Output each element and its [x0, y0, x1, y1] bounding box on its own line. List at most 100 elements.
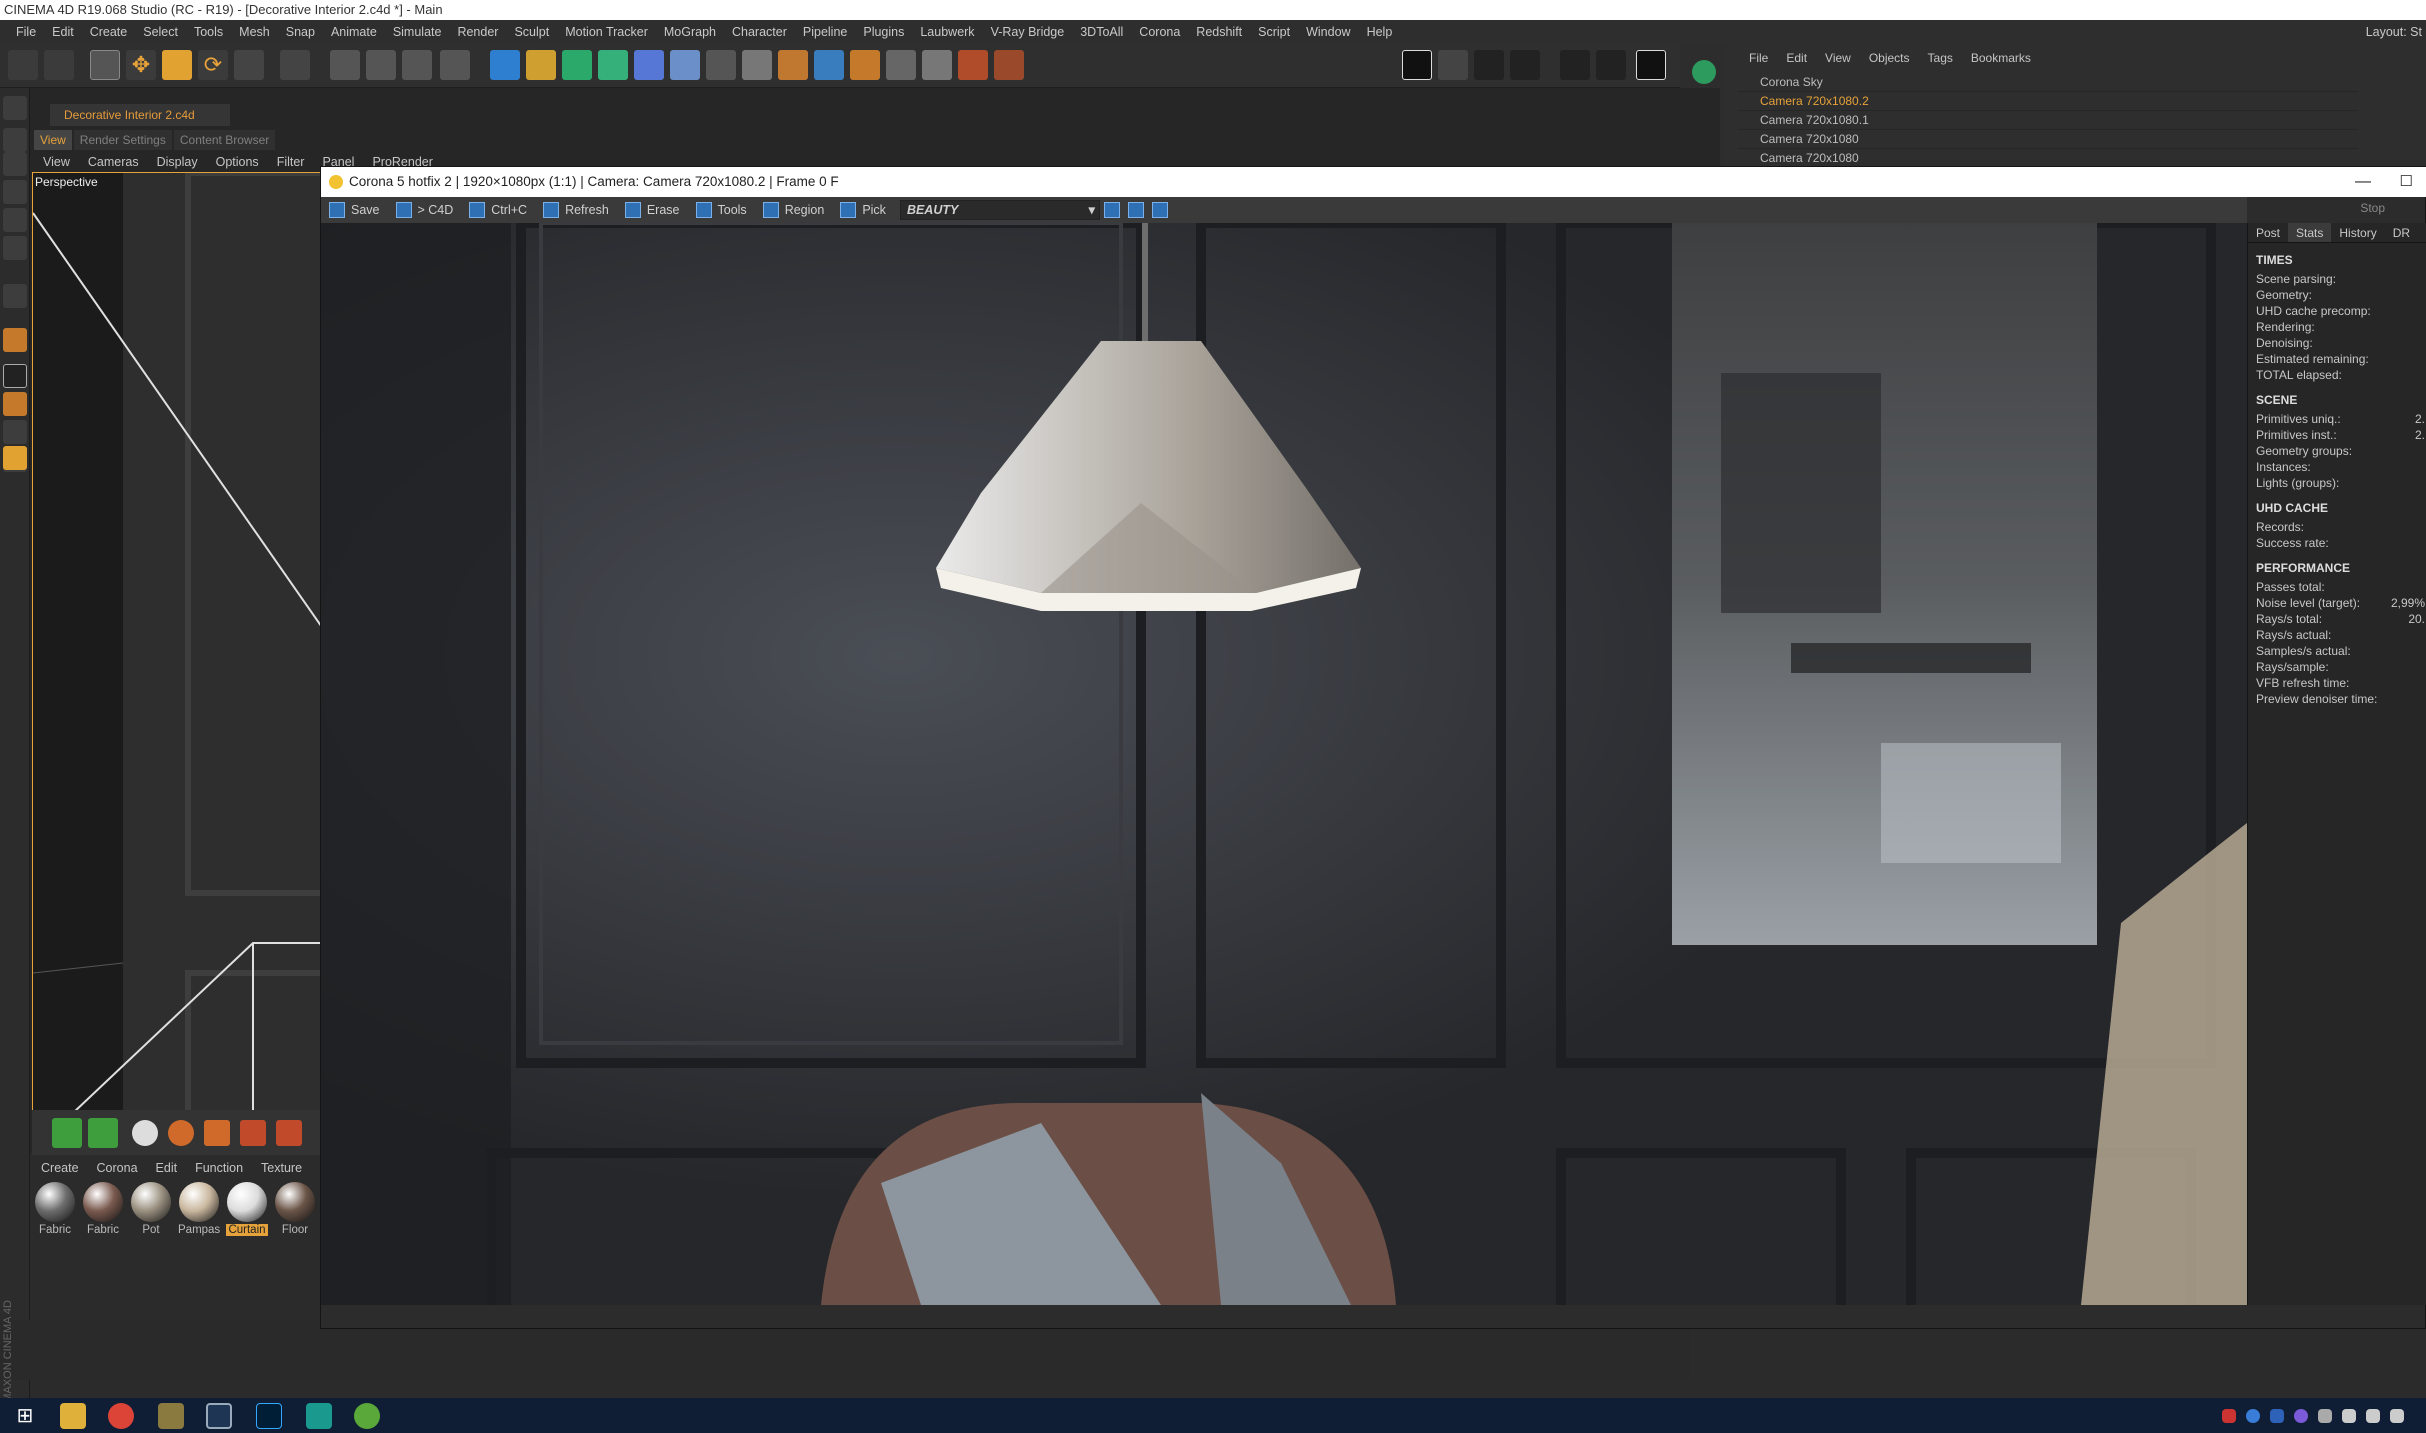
menu-item-snap[interactable]: Snap — [278, 20, 323, 44]
tweak-icon[interactable] — [3, 328, 27, 352]
vfb-tab-post[interactable]: Post — [2248, 223, 2288, 242]
tray-icon-2[interactable] — [2246, 1409, 2260, 1423]
material-menu-corona[interactable]: Corona — [88, 1158, 147, 1178]
cube-icon[interactable] — [490, 50, 520, 80]
menu-item-animate[interactable]: Animate — [323, 20, 385, 44]
menu-item-file[interactable]: File — [8, 20, 44, 44]
green-app-icon[interactable] — [354, 1403, 380, 1429]
edit-render-settings-icon[interactable] — [440, 50, 470, 80]
snap-settings-icon[interactable] — [3, 392, 27, 416]
random-color-icon[interactable] — [1474, 50, 1504, 80]
multipass-icon[interactable] — [1438, 50, 1468, 80]
viewport-menu-view[interactable]: View — [34, 152, 79, 172]
material-swatch[interactable]: Floor — [274, 1182, 316, 1242]
vray-render-icon[interactable] — [1636, 50, 1666, 80]
camera-rig-icon[interactable] — [240, 1120, 266, 1146]
notification-icon[interactable] — [2390, 1409, 2404, 1423]
deformer-icon[interactable] — [634, 50, 664, 80]
channel-select[interactable]: BEAUTY ▾ — [899, 200, 1100, 220]
snap-icon[interactable] — [3, 364, 27, 388]
speaker-icon[interactable] — [2342, 1409, 2356, 1423]
minimize-icon[interactable]: — — [2355, 167, 2371, 197]
object-menu-view[interactable]: View — [1816, 48, 1860, 68]
workplane-icon[interactable] — [3, 420, 27, 444]
tray-icon-3[interactable] — [2294, 1409, 2308, 1423]
tray-icon-1[interactable] — [2222, 1409, 2236, 1423]
viewport-menu-cameras[interactable]: Cameras — [79, 152, 148, 172]
render-picture-viewer-icon[interactable] — [366, 50, 396, 80]
menu-item-character[interactable]: Character — [724, 20, 795, 44]
points-mode-icon[interactable] — [3, 180, 27, 204]
subtab-content-browser[interactable]: Content Browser — [173, 130, 276, 150]
render-settings-icon[interactable] — [402, 50, 432, 80]
render-region-icon[interactable] — [52, 1118, 82, 1148]
menu-item-sculpt[interactable]: Sculpt — [506, 20, 557, 44]
document-tab[interactable]: Decorative Interior 2.c4d — [50, 104, 230, 126]
menu-item-edit[interactable]: Edit — [44, 20, 82, 44]
edges-mode-icon[interactable] — [3, 208, 27, 232]
vfb-tab-l[interactable]: L — [2418, 223, 2426, 242]
scale-icon[interactable] — [162, 50, 192, 80]
region-button[interactable]: Region — [755, 197, 833, 223]
coordinate-system-icon[interactable] — [280, 50, 310, 80]
material-swatch[interactable]: Pampas — [178, 1182, 220, 1242]
object-row[interactable]: Camera 720x1080 — [1738, 129, 2358, 149]
object-menu-bookmarks[interactable]: Bookmarks — [1962, 48, 2040, 68]
vfb-tab-dr[interactable]: DR — [2385, 223, 2418, 242]
material-swatch[interactable]: Fabric — [82, 1182, 124, 1242]
material-swatch[interactable]: Pot — [130, 1182, 172, 1242]
solo-icon[interactable] — [3, 446, 27, 470]
pick-button[interactable]: Pick — [832, 197, 894, 223]
menu-item-mesh[interactable]: Mesh — [231, 20, 278, 44]
layer-icon[interactable] — [1692, 60, 1716, 84]
sun-icon[interactable] — [168, 1120, 194, 1146]
corona-vfb-icon[interactable] — [922, 50, 952, 80]
model-mode-icon[interactable] — [3, 128, 27, 152]
erase-button[interactable]: Erase — [617, 197, 688, 223]
corona-proxy-icon[interactable] — [850, 50, 880, 80]
to-c4d-button[interactable]: > C4D — [388, 197, 462, 223]
maximize-icon[interactable]: ☐ — [2400, 167, 2413, 197]
corona-settings-icon[interactable] — [886, 50, 916, 80]
object-menu-file[interactable]: File — [1740, 48, 1777, 68]
floor-icon[interactable] — [670, 50, 700, 80]
network-icon[interactable] — [2366, 1409, 2380, 1423]
viewport-menu-filter[interactable]: Filter — [268, 152, 314, 172]
rotate-icon[interactable]: ⟳ — [198, 50, 228, 80]
pen-icon[interactable] — [526, 50, 556, 80]
menu-item-redshift[interactable]: Redshift — [1188, 20, 1250, 44]
tools-button[interactable]: Tools — [688, 197, 755, 223]
menu-item-corona[interactable]: Corona — [1131, 20, 1188, 44]
mp-icon[interactable] — [1560, 50, 1590, 80]
zoom-fit-button[interactable] — [1148, 197, 1172, 223]
vfb-tab-stats[interactable]: Stats — [2288, 223, 2332, 242]
zoom-out-button[interactable] — [1124, 197, 1148, 223]
download-icon[interactable] — [88, 1118, 118, 1148]
object-row[interactable]: Camera 720x1080 — [1738, 148, 2358, 168]
corona-sky-icon[interactable] — [814, 50, 844, 80]
menu-item-window[interactable]: Window — [1298, 20, 1358, 44]
menu-item-script[interactable]: Script — [1250, 20, 1298, 44]
viewport-menu-display[interactable]: Display — [148, 152, 207, 172]
corona-material-icon[interactable] — [958, 50, 988, 80]
tray-icon-4[interactable] — [2318, 1409, 2332, 1423]
material-menu-texture[interactable]: Texture — [252, 1158, 311, 1178]
menu-item-3dtoall[interactable]: 3DToAll — [1072, 20, 1131, 44]
bluetooth-icon[interactable] — [2270, 1409, 2284, 1423]
save-button[interactable]: Save — [321, 197, 388, 223]
file-explorer-icon[interactable] — [60, 1403, 86, 1429]
bulb-icon[interactable] — [204, 1120, 230, 1146]
subtab-render-settings[interactable]: Render Settings — [73, 130, 172, 150]
object-row[interactable]: Corona Sky — [1738, 72, 2358, 92]
vfb-tab-history[interactable]: History — [2331, 223, 2384, 242]
corona-object-icon[interactable] — [778, 50, 808, 80]
make-editable-icon[interactable] — [3, 96, 27, 120]
menu-item-v-ray-bridge[interactable]: V-Ray Bridge — [983, 20, 1073, 44]
windows-start-icon[interactable]: ⊞ — [12, 1403, 38, 1429]
menu-item-plugins[interactable]: Plugins — [855, 20, 912, 44]
select-icon[interactable] — [234, 50, 264, 80]
stop-button[interactable]: Stop — [2360, 201, 2385, 215]
cinema4d-icon[interactable] — [206, 1403, 232, 1429]
menu-item-render[interactable]: Render — [449, 20, 506, 44]
object-menu-tags[interactable]: Tags — [1919, 48, 1962, 68]
